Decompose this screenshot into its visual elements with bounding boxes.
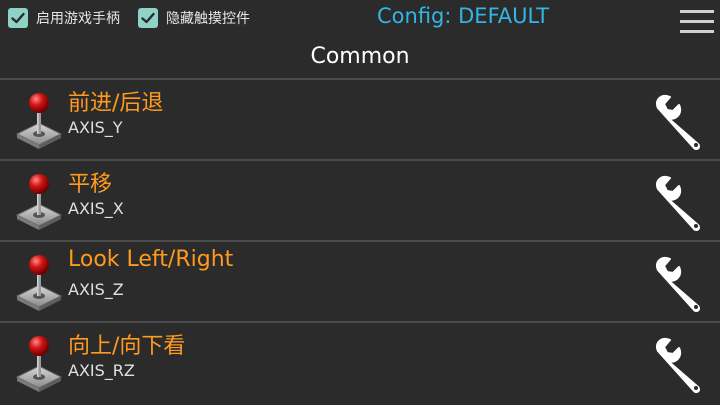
enable-gamepad-label: 启用游戏手柄	[36, 11, 120, 27]
joystick-icon	[15, 255, 63, 311]
control-title: Look Left/Right	[68, 247, 234, 272]
checkmark-icon	[8, 8, 28, 28]
control-row-2[interactable]: 平移 AXIS_X	[0, 159, 720, 240]
top-bar: 启用游戏手柄 隐藏触摸控件 Config: DEFAULT	[0, 0, 720, 40]
joystick-icon	[15, 174, 63, 230]
control-title: 前进/后退	[68, 91, 164, 116]
wrench-icon[interactable]	[650, 256, 708, 312]
wrench-icon[interactable]	[650, 337, 708, 393]
control-title: 平移	[68, 172, 113, 197]
hide-touch-controls-checkbox[interactable]: 隐藏触摸控件	[138, 8, 250, 28]
wrench-icon[interactable]	[650, 175, 708, 231]
control-axis: AXIS_X	[68, 199, 124, 218]
section-title: Common	[310, 44, 410, 69]
checkmark-icon	[138, 8, 158, 28]
hide-touch-controls-label: 隐藏触摸控件	[166, 11, 250, 27]
control-row-1[interactable]: 前进/后退 AXIS_Y	[0, 78, 720, 159]
hamburger-menu-icon[interactable]	[680, 10, 714, 34]
control-axis: AXIS_RZ	[68, 361, 135, 380]
wrench-icon[interactable]	[650, 94, 708, 150]
config-title: Config: DEFAULT	[377, 4, 550, 28]
control-title: 向上/向下看	[68, 334, 186, 359]
control-row-3[interactable]: Look Left/Right AXIS_Z	[0, 240, 720, 321]
enable-gamepad-checkbox[interactable]: 启用游戏手柄	[8, 8, 120, 28]
control-axis: AXIS_Y	[68, 118, 123, 137]
joystick-icon	[15, 336, 63, 392]
joystick-icon	[15, 93, 63, 149]
control-row-4[interactable]: 向上/向下看 AXIS_RZ	[0, 321, 720, 402]
control-axis: AXIS_Z	[68, 280, 124, 299]
control-list: 前进/后退 AXIS_Y 平移 AXIS_X Look Left/Right A…	[0, 78, 720, 402]
